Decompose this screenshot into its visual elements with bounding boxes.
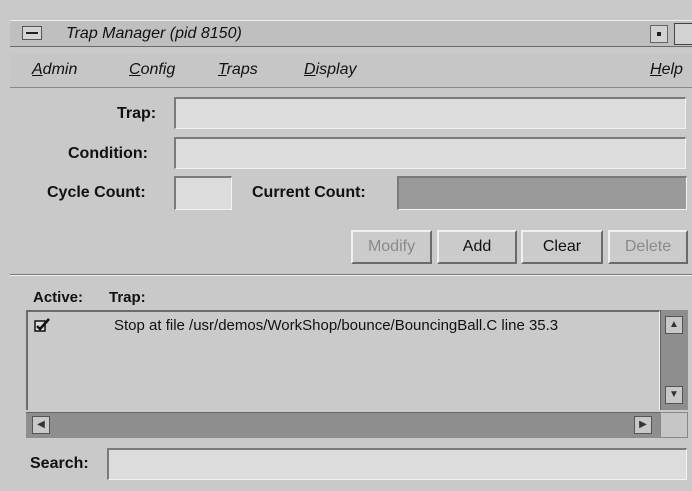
cycle-count-input[interactable] [174,176,232,210]
menu-bar: Admin Config Traps Display Help [10,54,692,88]
window-menu-icon[interactable] [22,26,42,40]
menu-config-mnemonic: C [129,61,141,78]
clear-button[interactable]: Clear [521,230,603,264]
condition-label: Condition: [68,145,148,162]
trap-label: Trap: [117,105,157,122]
search-label: Search: [30,455,89,472]
menu-display[interactable]: Display [304,61,356,79]
menu-help-mnemonic: H [650,61,662,78]
minimize-icon[interactable] [650,25,668,43]
maximize-icon[interactable] [674,23,692,45]
menu-display-mnemonic: D [304,61,316,78]
trap-manager-window: Trap Manager (pid 8150) Admin Config Tra… [0,0,692,491]
scroll-right-icon[interactable]: ▶ [634,416,652,434]
menu-help[interactable]: Help [650,61,683,79]
menu-admin-label: dmin [42,61,78,78]
menu-traps-label: raps [226,61,258,78]
add-button[interactable]: Add [437,230,517,264]
menu-config[interactable]: Config [129,61,175,79]
search-input[interactable] [107,448,687,480]
horizontal-scrollbar[interactable]: ◀ ▶ [26,412,660,438]
scroll-up-icon[interactable]: ▲ [665,316,683,334]
modify-button[interactable]: Modify [351,230,432,264]
trap-column-header: Trap: [109,289,146,306]
current-count-label: Current Count: [252,184,366,201]
vertical-scrollbar[interactable]: ▲ ▼ [660,310,688,410]
trap-description: Stop at file /usr/demos/WorkShop/bounce/… [114,317,559,334]
cycle-count-label: Cycle Count: [47,184,146,201]
section-divider [10,274,692,276]
trap-list: Stop at file /usr/demos/WorkShop/bounce/… [26,310,660,410]
scroll-down-icon[interactable]: ▼ [665,386,683,404]
menu-admin[interactable]: Admin [32,61,77,79]
menu-traps-mnemonic: T [218,61,227,78]
title-bar: Trap Manager (pid 8150) [10,20,692,47]
menu-admin-mnemonic: A [32,61,43,78]
condition-input[interactable] [174,137,686,169]
menu-help-label: elp [661,61,683,78]
menu-display-label: isplay [315,61,357,78]
delete-button[interactable]: Delete [608,230,688,264]
trap-input[interactable] [174,97,686,129]
list-item[interactable]: Stop at file /usr/demos/WorkShop/bounce/… [28,312,658,338]
scroll-left-icon[interactable]: ◀ [32,416,50,434]
active-column-header: Active: [33,289,84,306]
active-checkbox-icon[interactable] [34,318,50,332]
scrollbar-corner [660,412,688,438]
current-count-field [397,176,687,210]
menu-traps[interactable]: Traps [218,61,258,79]
window-title: Trap Manager (pid 8150) [66,25,242,42]
menu-config-label: onfig [140,61,176,78]
